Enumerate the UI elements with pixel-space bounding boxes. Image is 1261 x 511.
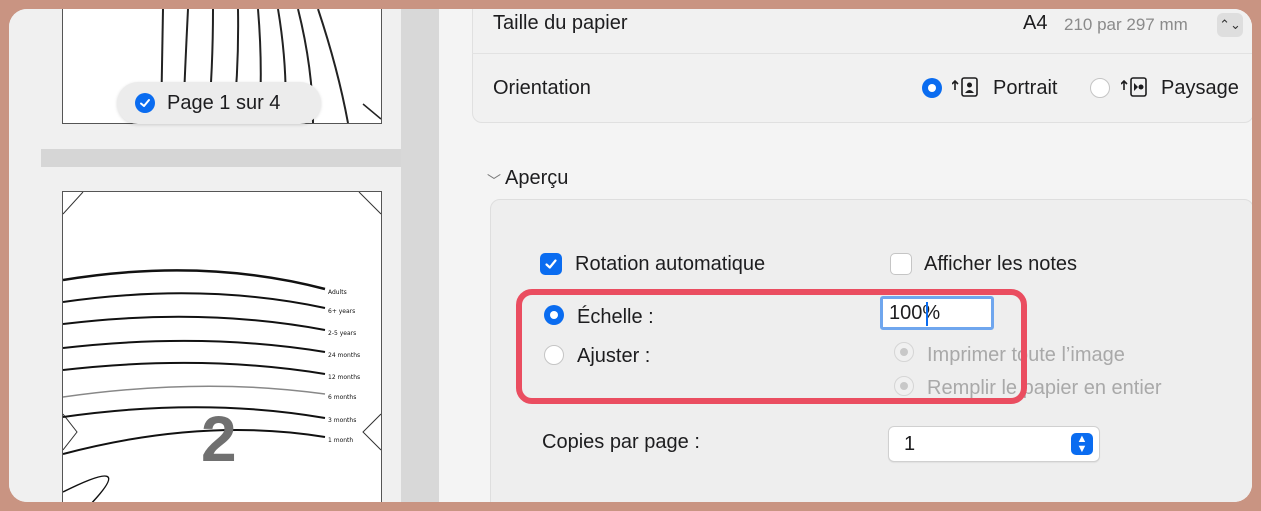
row-divider (472, 53, 1252, 54)
page-number-glyph: 2 (201, 403, 237, 475)
checkmark-icon (135, 93, 155, 113)
copies-per-page-label: Copies par page : (542, 431, 700, 453)
chart-label-12-months: 12 months (328, 374, 360, 381)
auto-rotate-checkbox[interactable] (540, 253, 562, 275)
chevron-down-icon[interactable]: ﹀ (487, 171, 501, 191)
chart-label-2-5-years: 2-5 years (328, 330, 356, 337)
section-title-apercu[interactable]: Aperçu (505, 167, 568, 190)
text-caret (926, 302, 928, 326)
preview-pane: Page 1 sur 4 Adults 6+ years 2-5 years 2… (9, 9, 439, 502)
select-arrows-icon: ▲ ▼ (1071, 433, 1093, 455)
chart-label-1-month: 1 month (328, 437, 353, 444)
copies-per-page-value: 1 (904, 433, 916, 455)
settings-panel: Taille du papier A4 210 par 297 mm ⌃⌄ Or… (439, 9, 1252, 502)
portrait-label[interactable]: Portrait (993, 77, 1057, 100)
paper-size-value[interactable]: A4 (1023, 12, 1047, 35)
copies-per-page-select[interactable]: 1 ▲ ▼ (888, 426, 1100, 462)
chart-label-6-years: 6+ years (328, 308, 355, 315)
chart-label-24-months: 24 months (328, 352, 360, 359)
print-dialog: Page 1 sur 4 Adults 6+ years 2-5 years 2… (9, 9, 1252, 502)
auto-rotate-label: Rotation automatique (575, 253, 766, 275)
page-badge-label: Page 1 sur 4 (167, 91, 281, 114)
chart-label-adults: Adults (328, 289, 347, 296)
page-selected-badge[interactable]: Page 1 sur 4 (117, 82, 321, 124)
portrait-icon (951, 76, 984, 103)
chart-label-6-months: 6 months (328, 394, 356, 401)
landscape-label[interactable]: Paysage (1161, 77, 1239, 100)
pane-divider[interactable] (401, 9, 439, 502)
paper-size-dims: 210 par 297 mm (1064, 15, 1188, 34)
landscape-icon (1120, 76, 1153, 103)
page-thumbnail-2[interactable]: Adults 6+ years 2-5 years 24 months 12 m… (62, 191, 382, 502)
show-notes-label: Afficher les notes (924, 253, 1078, 275)
portrait-radio[interactable] (922, 78, 942, 98)
chart-label-3-months: 3 months (328, 417, 356, 424)
show-notes-checkbox[interactable] (890, 253, 912, 275)
orientation-label: Orientation (493, 77, 591, 99)
landscape-radio[interactable] (1090, 78, 1110, 98)
scale-input[interactable] (880, 296, 994, 330)
page-gap (41, 149, 401, 167)
paper-size-label: Taille du papier (493, 12, 628, 34)
paper-size-stepper-icon[interactable]: ⌃⌄ (1217, 13, 1243, 37)
